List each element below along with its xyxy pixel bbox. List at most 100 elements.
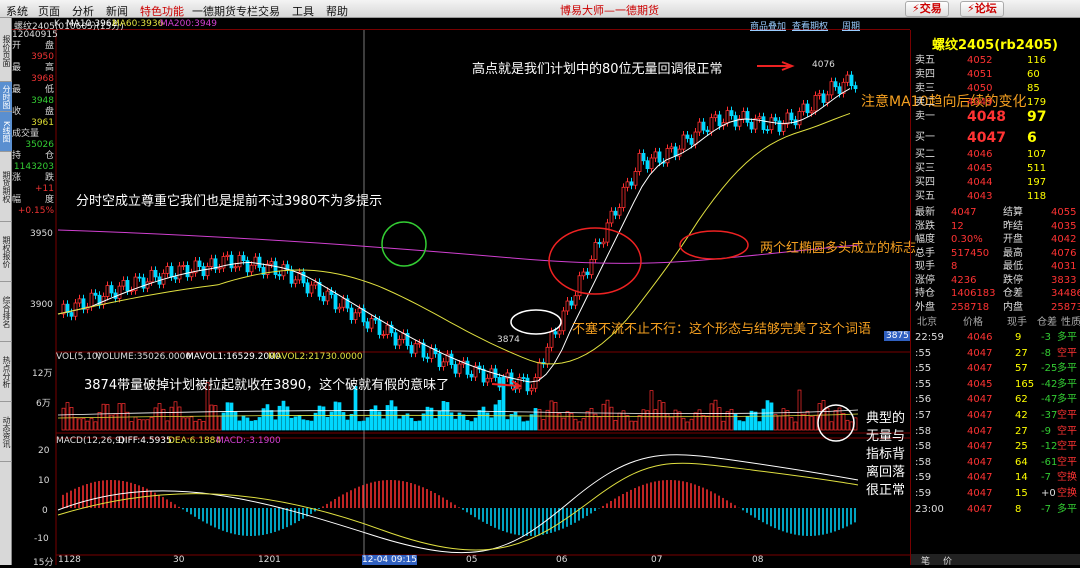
- menu-page[interactable]: 页面: [38, 3, 60, 19]
- side-tab-options[interactable]: 期权报价: [0, 222, 12, 282]
- side-tab-kline[interactable]: K线图: [0, 112, 12, 152]
- tick-tab[interactable]: 价: [943, 554, 952, 567]
- candle: [777, 120, 782, 132]
- candle: [553, 331, 558, 335]
- stat-row-cell: 3833: [1051, 274, 1077, 286]
- tick-tab[interactable]: 笔: [921, 554, 930, 567]
- menu-special[interactable]: 特色功能: [140, 3, 184, 19]
- tick-row-cell: 空平: [1057, 410, 1077, 421]
- info-row: 成交量: [12, 129, 40, 139]
- chart-area[interactable]: [12, 30, 910, 565]
- volume-bar: [189, 416, 194, 431]
- volume-bar: [261, 408, 266, 431]
- volume-bar: [217, 415, 222, 431]
- candle: [197, 260, 202, 267]
- candle: [409, 345, 414, 354]
- stat-row-cell: 258732: [1051, 301, 1080, 313]
- tick-row-cell: :57: [915, 410, 932, 421]
- candle: [805, 103, 810, 114]
- candle: [613, 210, 618, 216]
- ma10-label: MA10:3962: [66, 19, 118, 29]
- candle: [289, 269, 294, 284]
- menu-news[interactable]: 新闻: [106, 3, 128, 19]
- stat-row-cell: 12: [951, 220, 964, 232]
- volume-bar: [577, 421, 582, 431]
- volume-bar: [213, 405, 218, 431]
- candle: [625, 181, 630, 188]
- candle: [681, 134, 686, 150]
- volume-bar: [481, 406, 486, 431]
- volume-bar: [141, 419, 146, 431]
- tick-row: :58 4047 64 -61 空平: [911, 456, 1080, 470]
- volume-bar: [509, 413, 514, 431]
- candle: [173, 276, 178, 280]
- volume-bar: [701, 414, 706, 431]
- tick-row-cell: 空平: [1057, 441, 1077, 453]
- info-row: 最高: [12, 63, 54, 73]
- stat-row-cell: 4055: [1051, 207, 1077, 218]
- candle: [89, 292, 94, 308]
- mavol2-value: MAVOL2:21730.0000: [268, 352, 363, 362]
- stat-row-cell: 仓差: [1003, 288, 1023, 299]
- candle: [797, 111, 802, 126]
- trade-icon: ⚡: [912, 2, 920, 15]
- volume-bar: [317, 405, 322, 431]
- candle: [853, 85, 858, 90]
- candle: [177, 265, 182, 280]
- menu-tools[interactable]: 工具: [292, 3, 314, 19]
- time-label: 30: [173, 555, 185, 565]
- time-label: 06: [556, 555, 568, 565]
- candle: [649, 157, 654, 170]
- candle: [429, 347, 434, 359]
- candle: [489, 368, 494, 379]
- volume-bar: [369, 409, 374, 431]
- candle: [365, 321, 370, 329]
- candle: [581, 271, 586, 277]
- tick-row-cell: 4047: [967, 347, 993, 359]
- tick-row-cell: 空换: [1057, 472, 1077, 484]
- volume-bar: [257, 417, 262, 431]
- side-tab-news[interactable]: 动态资讯: [0, 402, 12, 462]
- menu-trade[interactable]: 交易: [258, 3, 280, 19]
- volume-bar: [741, 421, 746, 431]
- side-tab-hot[interactable]: 热点分析: [0, 342, 12, 402]
- volume-bar: [133, 416, 138, 431]
- bid-row-cell: 4047: [967, 130, 1006, 146]
- side-tab-tick[interactable]: 分时图: [0, 82, 12, 112]
- forum-button[interactable]: ⚡论坛: [960, 1, 1004, 17]
- menu-help[interactable]: 帮助: [326, 3, 348, 19]
- bid-row-cell: 4043: [967, 191, 993, 202]
- stat-row-cell: 258718: [951, 301, 990, 313]
- tick-row-cell: 165: [1015, 378, 1035, 390]
- volume-bar: [265, 404, 270, 431]
- volume-bar: [493, 404, 498, 431]
- volume-bar: [401, 415, 406, 431]
- candle: [397, 338, 402, 346]
- stat-row-cell: 8: [951, 261, 958, 272]
- side-tab-ranking[interactable]: 综合排名: [0, 282, 12, 342]
- volume-bar: [93, 421, 98, 431]
- menu-analysis[interactable]: 分析: [72, 3, 94, 19]
- trade-button[interactable]: ⚡交易: [905, 1, 949, 17]
- bid-row: 买三 4045 511: [911, 162, 1080, 176]
- candle: [209, 258, 214, 267]
- volume-bar: [641, 409, 646, 431]
- candle: [117, 285, 122, 299]
- volume-bar: [301, 419, 306, 431]
- info-row: 3950: [31, 52, 54, 62]
- tick-row-cell: :59: [915, 472, 932, 484]
- side-tab-quote[interactable]: 报价页面: [0, 20, 12, 82]
- menu-system[interactable]: 系统: [6, 3, 28, 19]
- volume-bar: [809, 416, 814, 431]
- volume-bar: [77, 418, 82, 431]
- side-tab-futures[interactable]: 期货期权: [0, 152, 12, 222]
- tick-row-cell: 42: [1015, 410, 1028, 421]
- tick-row-cell: 空换: [1057, 488, 1077, 499]
- stat-row-cell: 现手: [915, 261, 935, 272]
- volume-bar: [357, 421, 362, 431]
- menu-yide-column[interactable]: 一德期货专栏: [192, 3, 258, 19]
- volume-bar: [573, 418, 578, 431]
- tick-row-cell: -42: [1041, 378, 1058, 390]
- volume-bar: [597, 416, 602, 431]
- candle: [417, 342, 422, 345]
